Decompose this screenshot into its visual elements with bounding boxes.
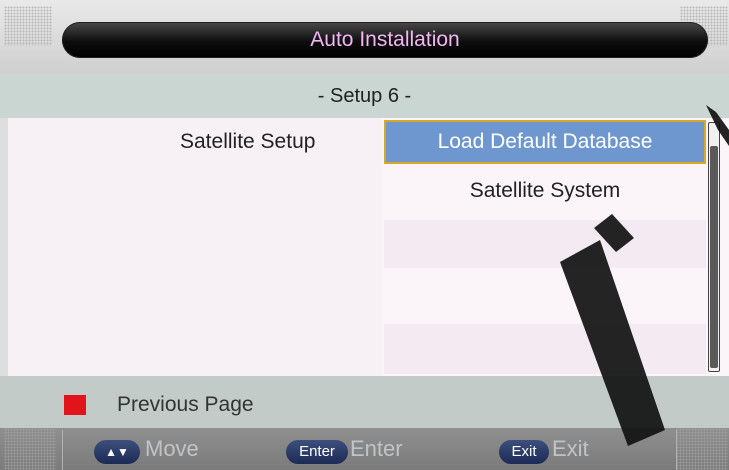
satellite-setup-label: Satellite Setup	[180, 130, 316, 153]
subtitle-bar: - Setup 6 -	[0, 74, 729, 118]
enter-hint-label: Enter	[350, 436, 403, 461]
previous-page-label[interactable]: Previous Page	[117, 393, 254, 417]
option-empty-row[interactable]	[384, 220, 706, 268]
exit-key-icon: Exit	[499, 440, 549, 464]
setup-step-label: - Setup 6 -	[317, 85, 412, 107]
title-bar: Auto Installation	[62, 22, 708, 58]
page-title: Auto Installation	[310, 28, 460, 51]
option-empty-row[interactable]	[384, 272, 706, 320]
scrollbar-thumb[interactable]	[710, 146, 718, 368]
move-hint-label: Move	[145, 436, 199, 461]
option-satellite-system[interactable]: Satellite System	[384, 168, 706, 214]
option-load-default-database[interactable]: Load Default Database	[384, 120, 706, 164]
move-key-icon: ▲▼	[94, 440, 140, 464]
header-texture-left	[4, 6, 52, 46]
previous-page-bar[interactable]	[0, 376, 729, 428]
footer-divider	[62, 430, 63, 470]
footer-texture-right	[676, 428, 728, 470]
red-key-icon	[64, 395, 86, 415]
enter-key-icon: Enter	[286, 440, 348, 464]
footer-divider	[676, 430, 677, 470]
option-empty-row[interactable]	[384, 324, 706, 374]
left-panel	[8, 118, 382, 376]
footer-texture-left	[4, 428, 56, 470]
exit-hint-label: Exit	[552, 436, 589, 461]
